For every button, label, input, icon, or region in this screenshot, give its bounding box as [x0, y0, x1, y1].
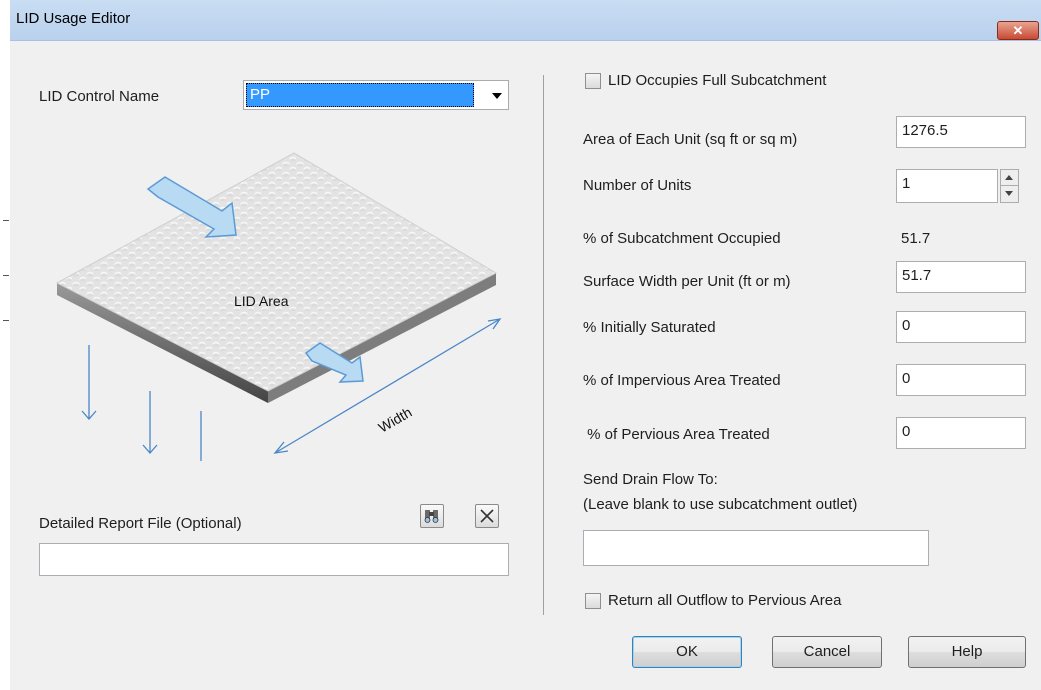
- spin-up-button[interactable]: [1001, 170, 1018, 186]
- units-input[interactable]: 1: [896, 169, 998, 203]
- chevron-up-icon: [1005, 175, 1013, 180]
- impervious-label: % of Impervious Area Treated: [583, 372, 781, 389]
- browse-button[interactable]: [420, 504, 444, 528]
- drain-flow-input[interactable]: [583, 530, 929, 566]
- full-subcatchment-label: LID Occupies Full Subcatchment: [608, 72, 827, 89]
- area-label: Area of Each Unit (sq ft or sq m): [583, 131, 798, 148]
- drain-flow-hint: (Leave blank to use subcatchment outlet): [583, 496, 858, 513]
- report-file-input[interactable]: [39, 543, 509, 576]
- saturated-label: % Initially Saturated: [583, 319, 716, 336]
- help-button[interactable]: Help: [908, 636, 1026, 668]
- slab-top-surface: [55, 152, 498, 392]
- binoculars-icon: [424, 510, 439, 523]
- drain-flow-label: Send Drain Flow To:: [583, 471, 718, 488]
- return-outflow-label: Return all Outflow to Pervious Area: [608, 592, 842, 609]
- panel-divider: [543, 75, 544, 615]
- chevron-down-icon[interactable]: [492, 93, 502, 99]
- chevron-down-icon: [1005, 191, 1013, 196]
- close-button[interactable]: ✕: [997, 21, 1039, 40]
- lid-illustration: LID Area Width: [55, 152, 502, 461]
- clear-button[interactable]: [475, 504, 499, 528]
- spin-down-button[interactable]: [1001, 186, 1018, 202]
- report-file-label: Detailed Report File (Optional): [39, 515, 242, 532]
- lid-control-name-value: PP: [246, 83, 474, 107]
- width-arrowhead-icon: [487, 318, 502, 330]
- close-icon: ✕: [1012, 23, 1024, 38]
- lid-control-name-dropdown[interactable]: PP: [243, 80, 509, 110]
- area-input[interactable]: 1276.5: [896, 116, 1026, 148]
- lid-area-label: LID Area: [234, 293, 289, 309]
- units-label: Number of Units: [583, 177, 692, 194]
- window-title: LID Usage Editor: [16, 10, 131, 27]
- cancel-button[interactable]: Cancel: [772, 636, 882, 668]
- x-icon: [480, 509, 494, 523]
- edge-tick: [3, 220, 9, 221]
- full-subcatchment-checkbox[interactable]: [585, 73, 601, 89]
- surface-width-label: Surface Width per Unit (ft or m): [583, 273, 791, 290]
- edge-tick: [3, 320, 9, 321]
- impervious-input[interactable]: 0: [896, 364, 1026, 396]
- ok-button[interactable]: OK: [632, 636, 742, 668]
- dialog-body: LID Control Name PP LID Area Width Detai…: [10, 41, 1041, 690]
- lid-usage-editor-dialog: LID Usage Editor ✕ LID Control Name PP L…: [10, 0, 1041, 690]
- return-outflow-checkbox[interactable]: [585, 593, 601, 609]
- occupied-value: 51.7: [901, 230, 931, 247]
- lid-control-name-label: LID Control Name: [39, 88, 160, 105]
- surface-width-input[interactable]: 51.7: [896, 261, 1026, 293]
- pervious-input[interactable]: 0: [896, 417, 1026, 449]
- pervious-label: % of Pervious Area Treated: [583, 426, 770, 443]
- occupied-label: % of Subcatchment Occupied: [583, 230, 781, 247]
- title-bar: LID Usage Editor ✕: [10, 0, 1041, 41]
- width-arrowhead-icon: [273, 441, 289, 454]
- width-label: Width: [376, 404, 415, 436]
- saturated-input[interactable]: 0: [896, 311, 1026, 343]
- edge-tick: [3, 275, 9, 276]
- units-spinner[interactable]: [1000, 169, 1019, 203]
